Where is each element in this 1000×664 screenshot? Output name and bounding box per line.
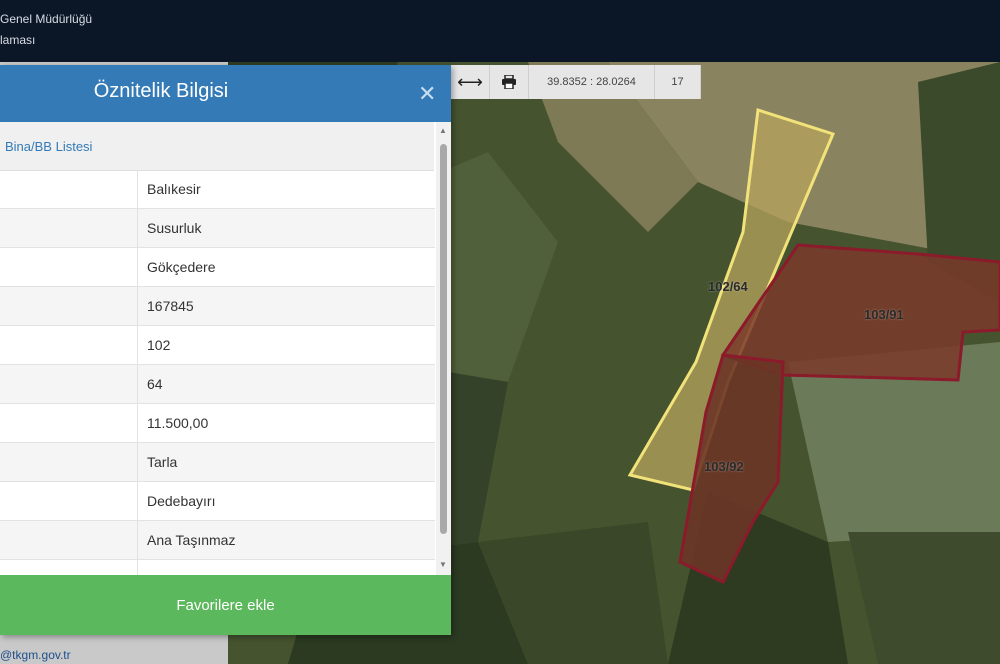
- table-cell-key: [0, 443, 138, 481]
- add-to-favorites-button[interactable]: Favorilere ekle: [0, 575, 451, 635]
- panel-scrollbar[interactable]: ▲ ▼: [436, 122, 451, 575]
- zoom-level-readout: 17: [655, 65, 701, 99]
- table-cell-key: [0, 248, 138, 286]
- table-cell-key: [0, 365, 138, 403]
- table-cell-key: [0, 209, 138, 247]
- printer-icon: [502, 75, 516, 89]
- scroll-thumb[interactable]: [440, 144, 447, 534]
- header-title-line1: Genel Müdürlüğü: [0, 12, 93, 26]
- table-row: 11.500,00: [0, 404, 435, 443]
- contact-email-link[interactable]: @tkgm.gov.tr: [0, 648, 71, 662]
- table-cell-key: [0, 287, 138, 325]
- scroll-up-arrow-icon[interactable]: ▲: [439, 126, 447, 135]
- attribute-table: Balıkesir Susurluk Gökçedere 167845 102 …: [0, 170, 435, 575]
- table-cell-value: Gökçedere: [147, 259, 216, 275]
- table-cell-key: [0, 326, 138, 364]
- table-row: 64: [0, 365, 435, 404]
- table-cell-value: 11.500,00: [147, 415, 209, 431]
- table-row: [0, 560, 435, 575]
- table-cell-key: [0, 404, 138, 442]
- horizontal-arrows-icon: ⟷: [457, 71, 483, 92]
- parcel-label-103-92[interactable]: 103/92: [704, 459, 744, 474]
- coordinate-readout: 39.8352 : 28.0264: [529, 65, 655, 99]
- panel-title: Öznitelik Bilgisi: [93, 80, 229, 102]
- table-row: 102: [0, 326, 435, 365]
- table-row: Dedebayırı: [0, 482, 435, 521]
- close-icon[interactable]: ✕: [418, 81, 436, 107]
- table-cell-key: [0, 170, 138, 208]
- panel-header: Öznitelik Bilgisi ✕: [0, 65, 451, 122]
- table-cell-value: Tarla: [147, 454, 178, 470]
- table-cell-value: Dedebayırı: [147, 493, 216, 509]
- table-row: Ana Taşınmaz: [0, 521, 435, 560]
- print-button[interactable]: [490, 65, 529, 99]
- table-cell-value: Balıkesir: [147, 181, 201, 197]
- table-row: Tarla: [0, 443, 435, 482]
- table-cell-value: Susurluk: [147, 220, 202, 236]
- parcel-label-102-64[interactable]: 102/64: [708, 279, 748, 294]
- table-row: Balıkesir: [0, 170, 435, 209]
- table-cell-value: 64: [147, 376, 163, 392]
- table-row: 167845: [0, 287, 435, 326]
- attribute-info-panel: Öznitelik Bilgisi ✕ Bina/BB Listesi Balı…: [0, 65, 451, 635]
- table-cell-value: Ana Taşınmaz: [147, 532, 236, 548]
- building-list-link[interactable]: Bina/BB Listesi: [5, 139, 92, 154]
- parcel-label-103-91[interactable]: 103/91: [864, 307, 904, 322]
- table-row: Gökçedere: [0, 248, 435, 287]
- section-header: Bina/BB Listesi: [0, 122, 434, 171]
- table-cell-key: [0, 521, 138, 559]
- panel-body[interactable]: Bina/BB Listesi Balıkesir Susurluk Gökçe…: [0, 122, 451, 575]
- table-cell-key: [0, 482, 138, 520]
- header-title-line2: laması: [0, 33, 36, 47]
- table-cell-key: [0, 560, 138, 575]
- table-cell-value: 167845: [147, 298, 194, 314]
- scroll-down-arrow-icon[interactable]: ▼: [439, 560, 447, 569]
- table-row: Susurluk: [0, 209, 435, 248]
- measure-button[interactable]: ⟷: [451, 65, 490, 99]
- app-header: Genel Müdürlüğü laması: [0, 0, 1000, 62]
- table-cell-value: 102: [147, 337, 171, 353]
